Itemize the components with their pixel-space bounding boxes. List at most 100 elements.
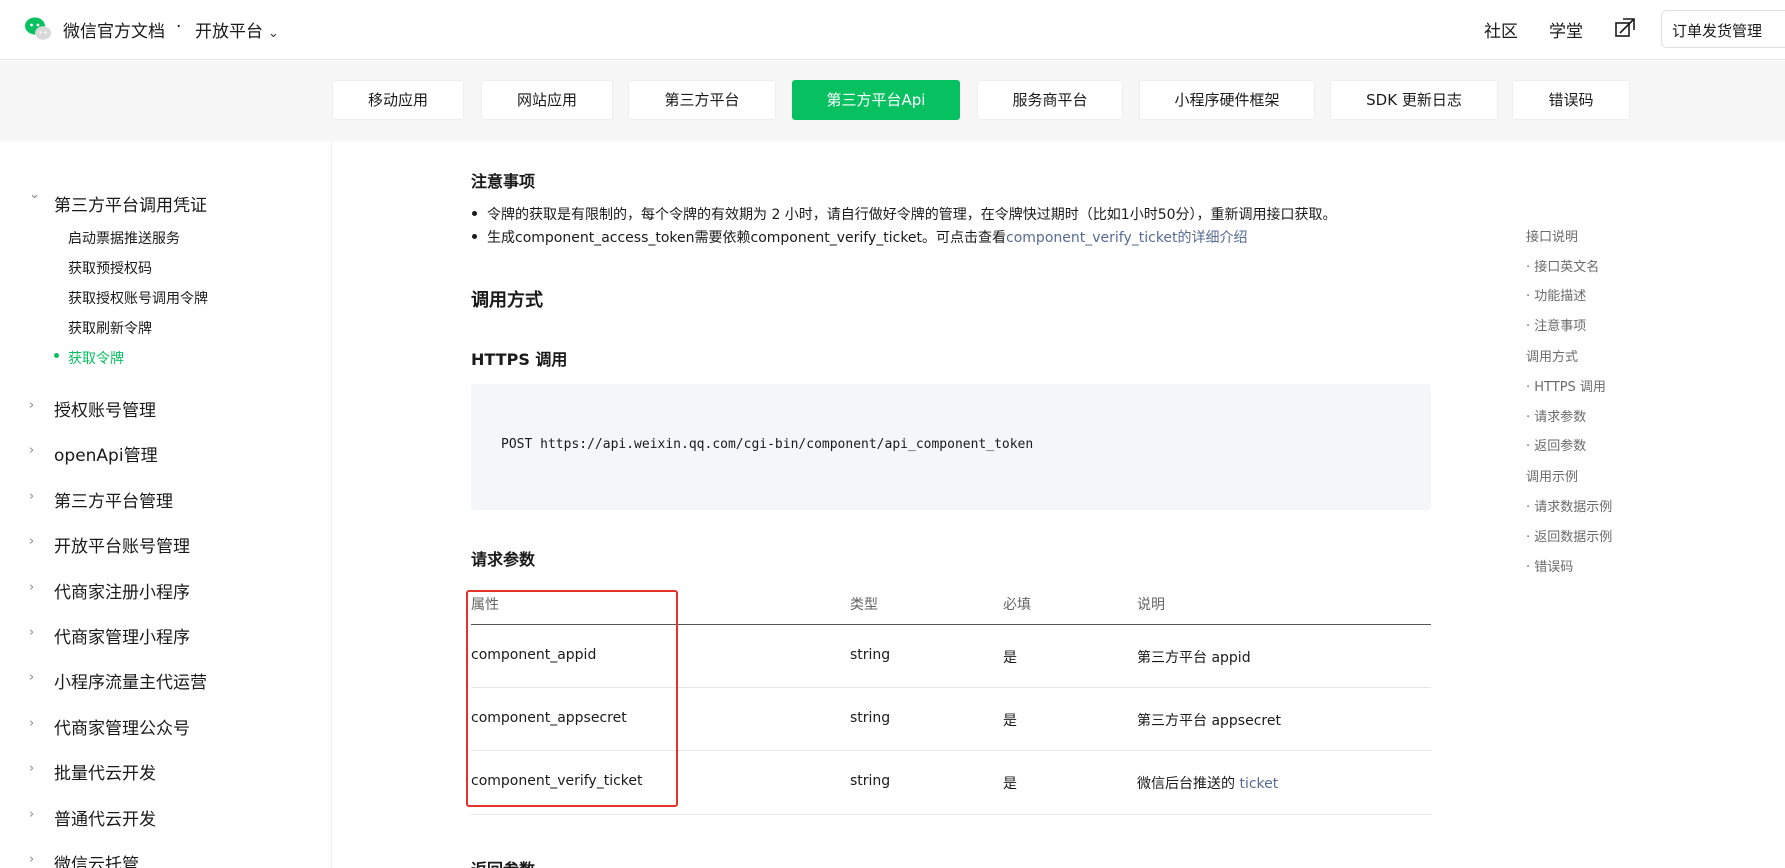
top-bar: 微信官方文档 · 开放平台 ⌄ 社区 学堂 订单发货管理 <box>0 0 1785 60</box>
toc-item[interactable]: · HTTPS 调用 <box>1526 376 1606 395</box>
sidebar-group-label: 代商家管理公众号 <box>54 719 190 739</box>
tab-sdk-changelog[interactable]: SDK 更新日志 <box>1330 80 1498 120</box>
sidebar-group-platform-management[interactable]: › 第三方平台管理 <box>0 487 332 513</box>
sidebar-item-pre-auth-code[interactable]: 获取预授权码 <box>68 258 152 278</box>
sidebar-group-label: 批量代云开发 <box>54 764 156 784</box>
note-item: 生成component_access_token需要依赖component_ve… <box>472 227 1248 247</box>
sidebar-group-batch-cloud-dev[interactable]: › 批量代云开发 <box>0 759 332 785</box>
sidebar-group-manage-official-account[interactable]: › 代商家管理公众号 <box>0 714 332 740</box>
param-type: string <box>850 710 891 726</box>
ticket-link[interactable]: ticket <box>1239 776 1278 792</box>
note-text: 生成component_access_token需要依赖component_ve… <box>487 230 1007 246</box>
param-description: 第三方平台 appid <box>1137 650 1251 666</box>
param-name: component_verify_ticket <box>471 773 643 789</box>
toc-item[interactable]: 调用示例 <box>1526 466 1578 485</box>
table-row-divider <box>471 687 1431 688</box>
tab-website-app[interactable]: 网站应用 <box>481 80 613 120</box>
sidebar-group-credentials[interactable]: ⌄ 第三方平台调用凭证 <box>0 187 332 217</box>
sidebar-group-register-mini-program[interactable]: › 代商家注册小程序 <box>0 578 332 604</box>
sidebar-group-traffic-operation[interactable]: › 小程序流量主代运营 <box>0 668 332 694</box>
sidebar-group-label: 第三方平台调用凭证 <box>54 196 207 216</box>
note-item: 令牌的获取是有限制的，每个令牌的有效期为 2 小时，请自行做好令牌的管理，在令牌… <box>472 204 1337 224</box>
chevron-right-icon: › <box>29 398 35 413</box>
sidebar-group-label: 普通代云开发 <box>54 810 156 830</box>
chevron-down-icon: ⌄ <box>268 26 279 41</box>
param-description: 微信后台推送的 ticket <box>1137 773 1278 793</box>
sidebar-group-openapi-management[interactable]: › openApi管理 <box>0 441 332 467</box>
chevron-right-icon: › <box>29 580 35 595</box>
toc-item[interactable]: · 返回数据示例 <box>1526 526 1612 545</box>
request-url-code: POST https://api.weixin.qq.com/cgi-bin/c… <box>501 437 1034 452</box>
sidebar-group-normal-cloud-dev[interactable]: › 普通代云开发 <box>0 805 332 831</box>
sidebar-group-label: 代商家管理小程序 <box>54 628 190 648</box>
code-block: POST https://api.weixin.qq.com/cgi-bin/c… <box>471 384 1431 510</box>
sidebar-group-label: 微信云托管 <box>54 855 139 868</box>
param-required: 是 <box>1003 650 1017 666</box>
call-method-heading: 调用方式 <box>471 290 543 311</box>
tab-service-provider[interactable]: 服务商平台 <box>977 80 1123 120</box>
toc-item[interactable]: · 请求参数 <box>1526 406 1586 425</box>
chevron-down-icon: ⌄ <box>29 187 40 202</box>
brand-separator: · <box>176 17 182 37</box>
return-params-heading: 返回参数 <box>471 856 535 868</box>
platform-dropdown[interactable]: 开放平台 ⌄ <box>195 17 279 42</box>
column-header-property: 属性 <box>471 597 499 613</box>
category-tab-bar: 移动应用 网站应用 第三方平台 第三方平台Api 服务商平台 小程序硬件框架 S… <box>0 61 1785 141</box>
sidebar-item-start-ticket-push[interactable]: 启动票据推送服务 <box>68 228 180 248</box>
sidebar-group-account-management[interactable]: › 开放平台账号管理 <box>0 532 332 558</box>
toc-item[interactable]: · 注意事项 <box>1526 315 1586 334</box>
sidebar-group-label: 开放平台账号管理 <box>54 537 190 557</box>
sidebar-item-authorizer-token[interactable]: 获取授权账号调用令牌 <box>68 288 208 308</box>
order-management-button[interactable]: 订单发货管理 <box>1661 10 1785 48</box>
toc-item[interactable]: 接口说明 <box>1526 226 1578 245</box>
param-name: component_appid <box>471 647 597 663</box>
https-call-heading: HTTPS 调用 <box>471 350 568 369</box>
toc-item[interactable]: · 请求数据示例 <box>1526 496 1612 515</box>
param-description: 第三方平台 appsecret <box>1137 713 1281 729</box>
chevron-right-icon: › <box>29 716 35 731</box>
sidebar: ⌄ 第三方平台调用凭证 启动票据推送服务 获取预授权码 获取授权账号调用令牌 获… <box>0 141 332 868</box>
verify-ticket-detail-link[interactable]: component_verify_ticket的详细介绍 <box>1006 230 1248 246</box>
sidebar-group-manage-mini-program[interactable]: › 代商家管理小程序 <box>0 623 332 649</box>
chevron-right-icon: › <box>29 852 35 867</box>
sidebar-group-label: 代商家注册小程序 <box>54 583 190 603</box>
tab-mobile-app[interactable]: 移动应用 <box>332 80 464 120</box>
toc-item[interactable]: · 错误码 <box>1526 556 1573 575</box>
toc-item[interactable]: · 接口英文名 <box>1526 256 1599 275</box>
toc-item[interactable]: · 返回参数 <box>1526 435 1586 454</box>
chevron-right-icon: › <box>29 761 35 776</box>
sidebar-group-authorizer-management[interactable]: › 授权账号管理 <box>0 396 332 422</box>
wechat-logo-icon <box>25 17 51 40</box>
tab-third-party-platform[interactable]: 第三方平台 <box>628 80 776 120</box>
param-type: string <box>850 773 891 789</box>
nav-learn-link[interactable]: 学堂 <box>1549 17 1583 42</box>
brand-title[interactable]: 微信官方文档 <box>63 17 165 42</box>
nav-community-link[interactable]: 社区 <box>1484 17 1518 42</box>
sidebar-item-refresh-token[interactable]: 获取刷新令牌 <box>68 318 152 338</box>
chevron-right-icon: › <box>29 443 35 458</box>
active-item-bullet <box>54 353 59 358</box>
sidebar-group-label: 第三方平台管理 <box>54 492 173 512</box>
sidebar-group-label: 小程序流量主代运营 <box>54 673 207 693</box>
toc-item[interactable]: 调用方式 <box>1526 346 1578 365</box>
chevron-right-icon: › <box>29 489 35 504</box>
column-header-description: 说明 <box>1137 597 1165 613</box>
param-type: string <box>850 647 891 663</box>
chevron-right-icon: › <box>29 625 35 640</box>
table-row-divider <box>471 814 1431 815</box>
column-header-type: 类型 <box>850 597 878 613</box>
sidebar-group-label: 授权账号管理 <box>54 401 156 421</box>
column-header-required: 必填 <box>1003 597 1031 613</box>
chevron-right-icon: › <box>29 670 35 685</box>
external-link-icon[interactable] <box>1614 17 1636 39</box>
toc-item[interactable]: · 功能描述 <box>1526 285 1586 304</box>
notes-heading: 注意事项 <box>471 172 536 191</box>
tab-third-party-platform-api[interactable]: 第三方平台Api <box>792 80 960 120</box>
sidebar-group-cloud-hosting[interactable]: › 微信云托管 <box>0 850 332 868</box>
param-required: 是 <box>1003 713 1017 729</box>
sidebar-item-get-token[interactable]: 获取令牌 <box>68 348 124 368</box>
tab-error-codes[interactable]: 错误码 <box>1512 80 1630 120</box>
request-params-heading: 请求参数 <box>471 550 536 569</box>
platform-label: 开放平台 <box>195 22 263 42</box>
tab-mini-program-hardware[interactable]: 小程序硬件框架 <box>1139 80 1315 120</box>
